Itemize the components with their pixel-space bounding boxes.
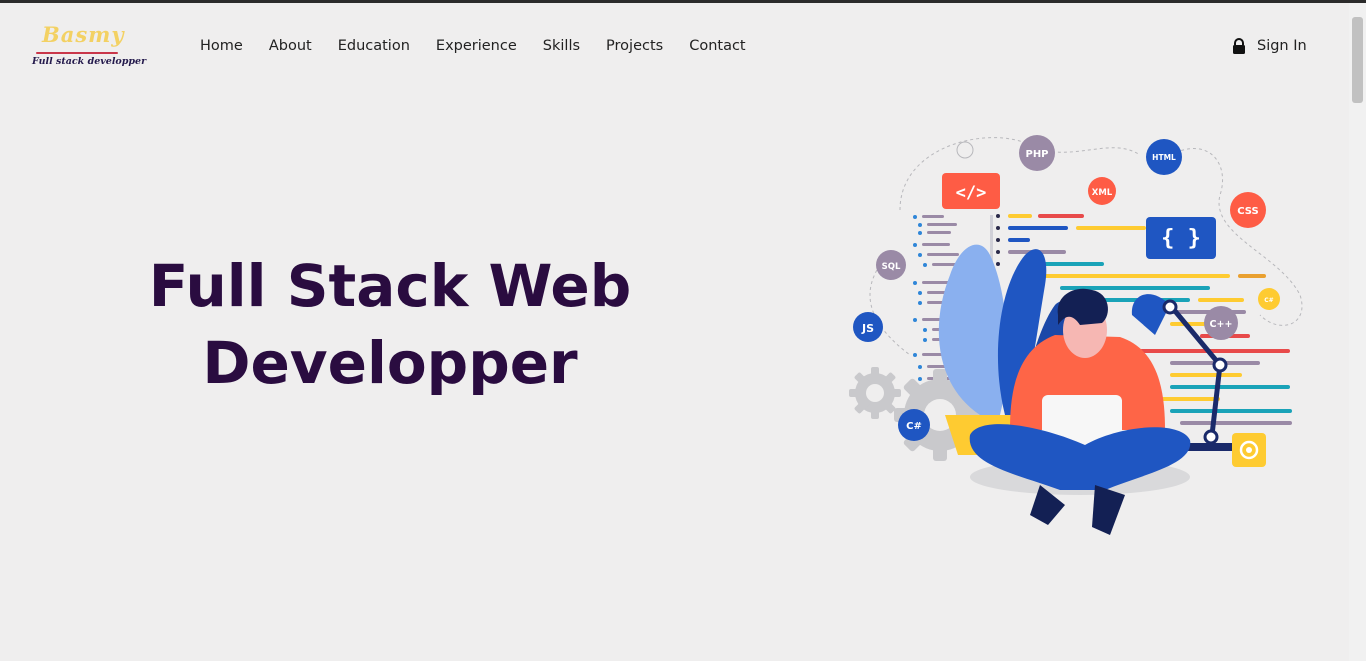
badge-js-text: JS: [861, 322, 874, 335]
developer-illustration: </> { } PHP HTML XML CSS SQL JS C++ C# C…: [849, 135, 1303, 535]
code-tag-text: </>: [956, 183, 987, 203]
badge-sql: SQL: [876, 250, 906, 280]
scrollbar[interactable]: [1349, 3, 1366, 661]
badge-csharp-small-text: C#: [1264, 297, 1273, 304]
badge-html: HTML: [1146, 139, 1182, 175]
hero-title-line-1: Full Stack Web: [148, 252, 632, 320]
hero-title: Full Stack Web Developper: [140, 248, 640, 402]
badge-csharp: C#: [898, 409, 930, 441]
nav-skills[interactable]: Skills: [543, 38, 580, 54]
nav-projects[interactable]: Projects: [606, 38, 663, 54]
main-nav: Home About Education Experience Skills P…: [200, 38, 772, 54]
badge-xml: XML: [1088, 177, 1116, 205]
braces-badge: { }: [1146, 217, 1216, 259]
badge-css: CSS: [1230, 192, 1266, 228]
logo[interactable]: Basmy Full stack developper: [28, 22, 146, 74]
logo-name: Basmy: [42, 22, 125, 47]
lock-icon: [1233, 38, 1245, 54]
gear-icon: [849, 367, 901, 419]
nav-about[interactable]: About: [269, 38, 312, 54]
badge-sql-text: SQL: [882, 262, 901, 272]
nav-home[interactable]: Home: [200, 38, 243, 54]
badge-cpp-text: C++: [1210, 319, 1233, 330]
badge-css-text: CSS: [1237, 206, 1258, 217]
logo-underline: [36, 52, 118, 54]
braces-text: { }: [1161, 226, 1201, 251]
sign-in-label: Sign In: [1257, 38, 1307, 54]
logo-tagline: Full stack developper: [32, 56, 147, 67]
nav-experience[interactable]: Experience: [436, 38, 517, 54]
hero-title-line-2: Developper: [202, 329, 578, 397]
badge-csharp-text: C#: [906, 421, 922, 432]
nav-contact[interactable]: Contact: [689, 38, 745, 54]
scrollbar-thumb[interactable]: [1352, 17, 1363, 103]
badge-csharp-small: C#: [1258, 288, 1280, 310]
nav-education[interactable]: Education: [338, 38, 410, 54]
code-tag-badge: </>: [942, 173, 1000, 209]
window-top-border: [0, 0, 1366, 3]
badge-html-text: HTML: [1152, 153, 1176, 162]
badge-js: JS: [853, 312, 883, 342]
badge-php-text: PHP: [1025, 149, 1048, 160]
badge-cpp: C++: [1204, 306, 1238, 340]
badge-php: PHP: [1019, 135, 1055, 171]
settings-icon: [1232, 433, 1266, 467]
orbit-dot: [956, 141, 974, 159]
sign-in-button[interactable]: Sign In: [1232, 38, 1307, 54]
badge-xml-text: XML: [1092, 188, 1113, 198]
